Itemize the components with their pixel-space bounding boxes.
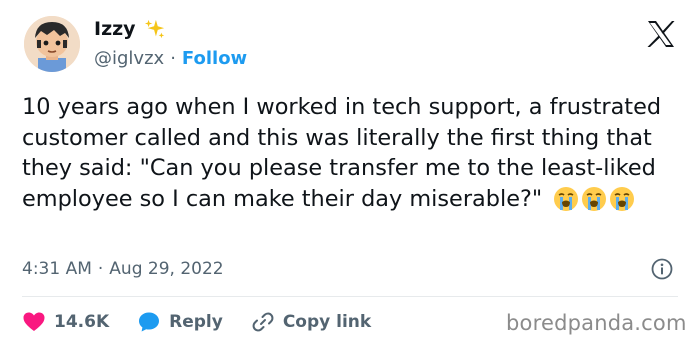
x-logo-icon[interactable]	[646, 20, 676, 48]
loudly-crying-face-icon	[582, 186, 607, 211]
author-display-name[interactable]: Izzy	[94, 18, 136, 40]
info-icon[interactable]	[651, 258, 673, 280]
timestamp-separator: ·	[97, 259, 104, 279]
watermark: boredpanda.com	[506, 311, 687, 335]
follow-button[interactable]: Follow	[182, 48, 247, 69]
copy-link-button[interactable]: Copy link	[251, 310, 371, 334]
loudly-crying-face-icon	[610, 186, 635, 211]
tweet-date: Aug 29, 2022	[109, 259, 224, 279]
handle-separator: ·	[170, 48, 176, 69]
like-count: 14.6K	[54, 312, 110, 332]
tweet-time: 4:31 AM	[22, 259, 92, 279]
link-icon	[252, 312, 274, 332]
avatar-image	[24, 16, 80, 72]
like-button[interactable]: 14.6K	[22, 310, 109, 334]
copy-link-label: Copy link	[282, 312, 372, 332]
author-handle[interactable]: @iglvzx	[94, 48, 164, 69]
tweet-timestamp[interactable]: 4:31 AM · Aug 29, 2022	[22, 259, 224, 279]
author-handle-row: @iglvzx · Follow	[94, 48, 247, 69]
tweet-body: 10 years ago when I worked in tech suppo…	[22, 92, 682, 214]
reply-button[interactable]: Reply	[137, 310, 223, 334]
loudly-crying-face-icon	[554, 186, 579, 211]
author-name-row: Izzy	[94, 18, 166, 40]
reply-label: Reply	[169, 312, 223, 332]
tweet-emojis	[553, 186, 635, 212]
speech-bubble-icon	[139, 312, 160, 332]
tweet-actions: 14.6K Reply Copy link	[22, 308, 371, 336]
divider	[22, 296, 678, 297]
sparkles-icon	[144, 19, 164, 39]
avatar[interactable]	[24, 16, 80, 72]
heart-icon	[23, 312, 45, 331]
